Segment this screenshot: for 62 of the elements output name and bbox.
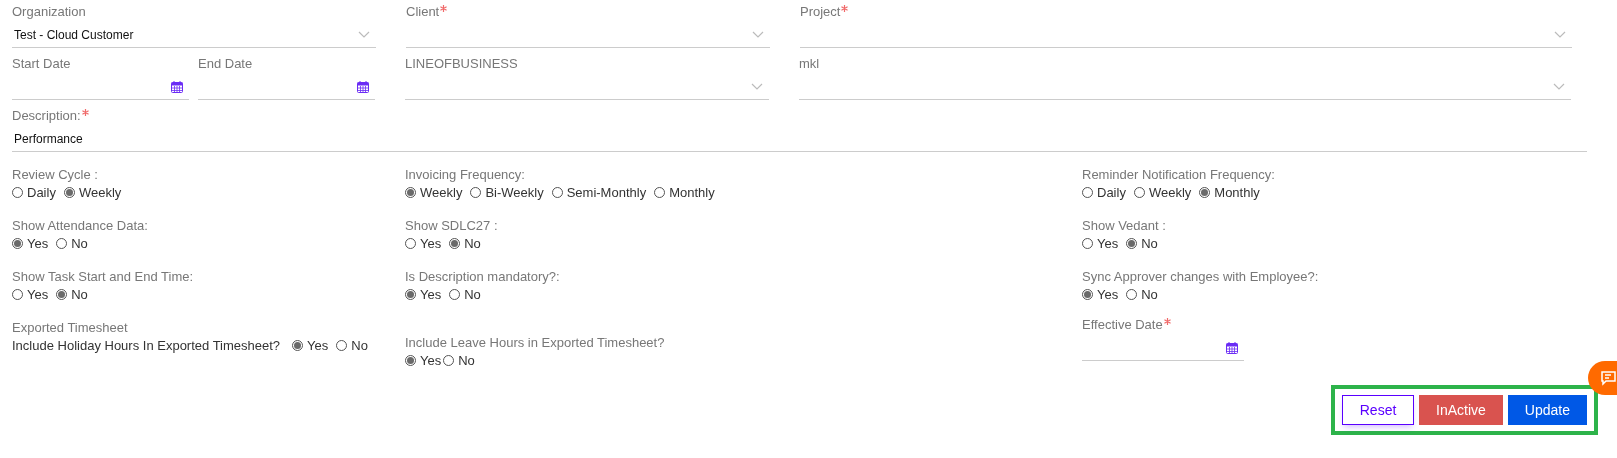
field-value: Performance	[14, 131, 83, 146]
radio-option[interactable]: No	[449, 236, 481, 251]
field-label: Start Date	[12, 56, 71, 73]
feedback-button[interactable]	[1588, 361, 1617, 395]
field-label: Effective Date	[1082, 317, 1163, 334]
field-label: Organization	[12, 4, 86, 21]
radio-option[interactable]: No	[56, 236, 88, 251]
group-label: Include Leave Hours in Exported Timesheet?	[405, 334, 666, 352]
radio-option[interactable]: No	[336, 338, 368, 353]
radio-option[interactable]: Yes	[1082, 287, 1119, 302]
group-label: Include Holiday Hours In Exported Timesheet?	[12, 338, 281, 353]
radio-option[interactable]: Yes	[405, 353, 442, 368]
radio-option[interactable]: Weekly	[1133, 185, 1192, 200]
radio-option[interactable]: No	[1126, 287, 1158, 302]
radio-option[interactable]: Daily	[1082, 185, 1126, 200]
group-label: Sync Approver changes with Employee?:	[1082, 268, 1320, 286]
radio-option[interactable]: No	[1126, 236, 1158, 251]
radio-option[interactable]: Monthly	[1199, 185, 1260, 200]
radio-option[interactable]: Monthly	[654, 185, 715, 200]
radio-option[interactable]: Yes	[405, 236, 442, 251]
radio-button[interactable]	[12, 238, 23, 249]
update-button[interactable]: Update	[1507, 395, 1587, 425]
radio-option[interactable]: Weekly	[405, 185, 463, 200]
field-label: mkl	[799, 56, 820, 73]
group-label: Reminder Notification Frequency:	[1082, 166, 1276, 184]
radio-button[interactable]	[405, 187, 416, 198]
calendar-icon[interactable]	[1226, 341, 1238, 354]
radio-button[interactable]	[405, 355, 416, 366]
group-label: Show SDLC27 :	[405, 217, 499, 235]
radio-option[interactable]: Yes	[12, 236, 49, 251]
radio-button[interactable]	[405, 289, 416, 300]
group-label: Show Vedant :	[1082, 217, 1167, 235]
dropdown-field[interactable]: Performance	[12, 126, 1587, 152]
radio-option[interactable]: No	[443, 353, 475, 368]
group-label: Invoicing Frequency:	[405, 166, 526, 184]
group-label: Show Attendance Data:	[12, 217, 149, 235]
group-label: Show Task Start and End Time:	[12, 268, 195, 286]
radio-option[interactable]: Bi-Weekly	[470, 185, 544, 200]
radio-option[interactable]: Daily	[12, 185, 56, 200]
radio-option[interactable]: No	[56, 287, 88, 302]
radio-option[interactable]: Yes	[12, 287, 49, 302]
radio-option[interactable]: No	[449, 287, 481, 302]
reset-button[interactable]: Reset	[1342, 395, 1415, 425]
radio-option[interactable]: Yes	[292, 338, 329, 353]
field-label: End Date	[198, 56, 253, 73]
group-label: Review Cycle :	[12, 166, 99, 184]
dropdown-field[interactable]: Test - Cloud Customer	[12, 22, 376, 48]
group-label: Is Description mandatory?:	[405, 268, 561, 286]
field-label: Description:	[12, 108, 81, 125]
calendar-icon[interactable]	[171, 80, 183, 93]
field-label: LINEOFBUSINESS	[405, 56, 518, 73]
field-label: Client	[406, 4, 440, 21]
chat-edit-icon	[1601, 370, 1617, 386]
calendar-icon[interactable]	[357, 80, 369, 93]
section-heading: Exported Timesheet	[12, 319, 129, 337]
radio-button[interactable]	[1082, 289, 1093, 300]
field-label: Project	[800, 4, 841, 21]
radio-option[interactable]: Yes	[1082, 236, 1119, 251]
field-value: Test - Cloud Customer	[14, 27, 134, 42]
radio-option[interactable]: Weekly	[63, 185, 122, 200]
radio-option[interactable]: Semi-Monthly	[551, 185, 647, 200]
radio-option[interactable]: Yes	[405, 287, 442, 302]
